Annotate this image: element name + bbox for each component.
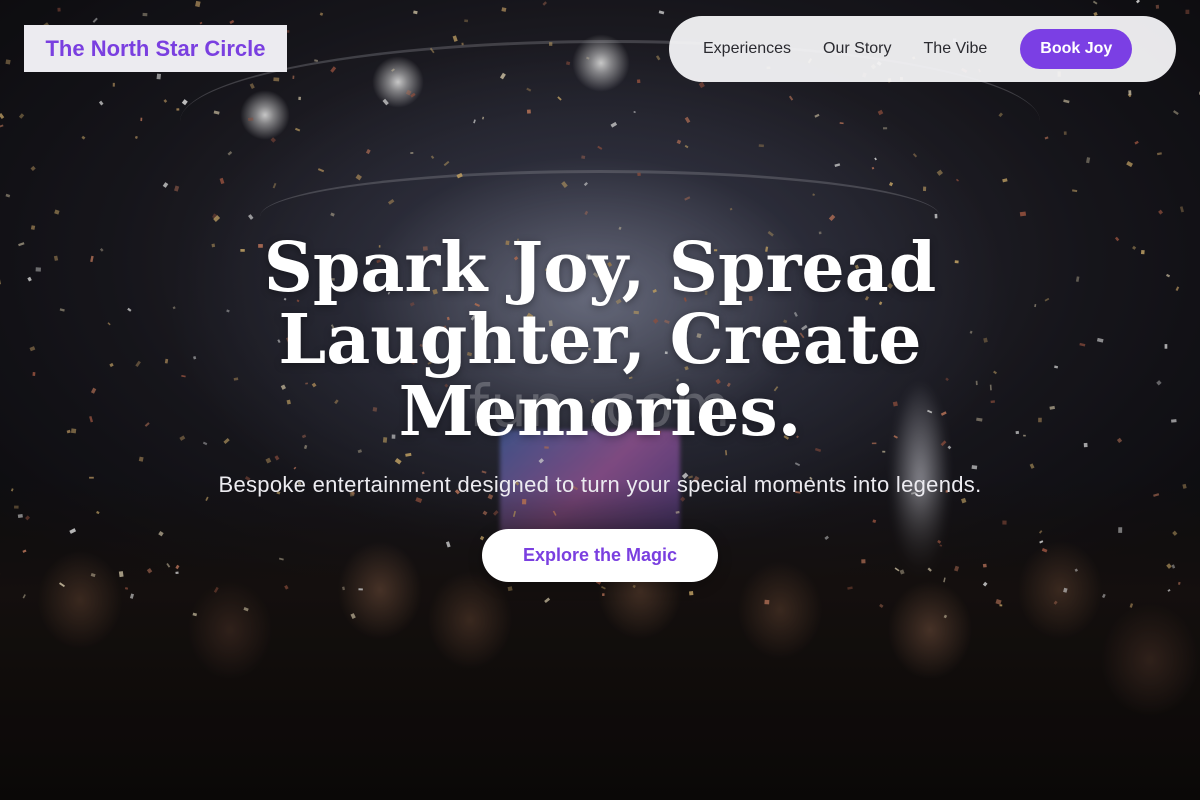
explore-the-magic-button[interactable]: Explore the Magic [482,529,718,582]
book-joy-button[interactable]: Book Joy [1020,29,1133,69]
hero-section: The North Star Circle Experiences Our St… [0,0,1200,800]
hero-headline: Spark Joy, Spread Laughter, Create Memor… [200,232,1000,448]
brand-logo[interactable]: The North Star Circle [24,25,287,72]
hero-subheadline: Bespoke entertainment designed to turn y… [218,472,982,497]
headline-line: Memories. [398,372,802,452]
nav-link-experiences[interactable]: Experiences [703,40,791,58]
headline-line: Laughter, Create [278,300,922,380]
nav-link-the-vibe[interactable]: The Vibe [924,40,988,58]
main-nav: Experiences Our Story The Vibe Book Joy [669,16,1176,82]
brand-name: The North Star Circle [45,35,266,61]
nav-link-our-story[interactable]: Our Story [823,40,891,58]
headline-line: Spark Joy, Spread [263,228,937,308]
